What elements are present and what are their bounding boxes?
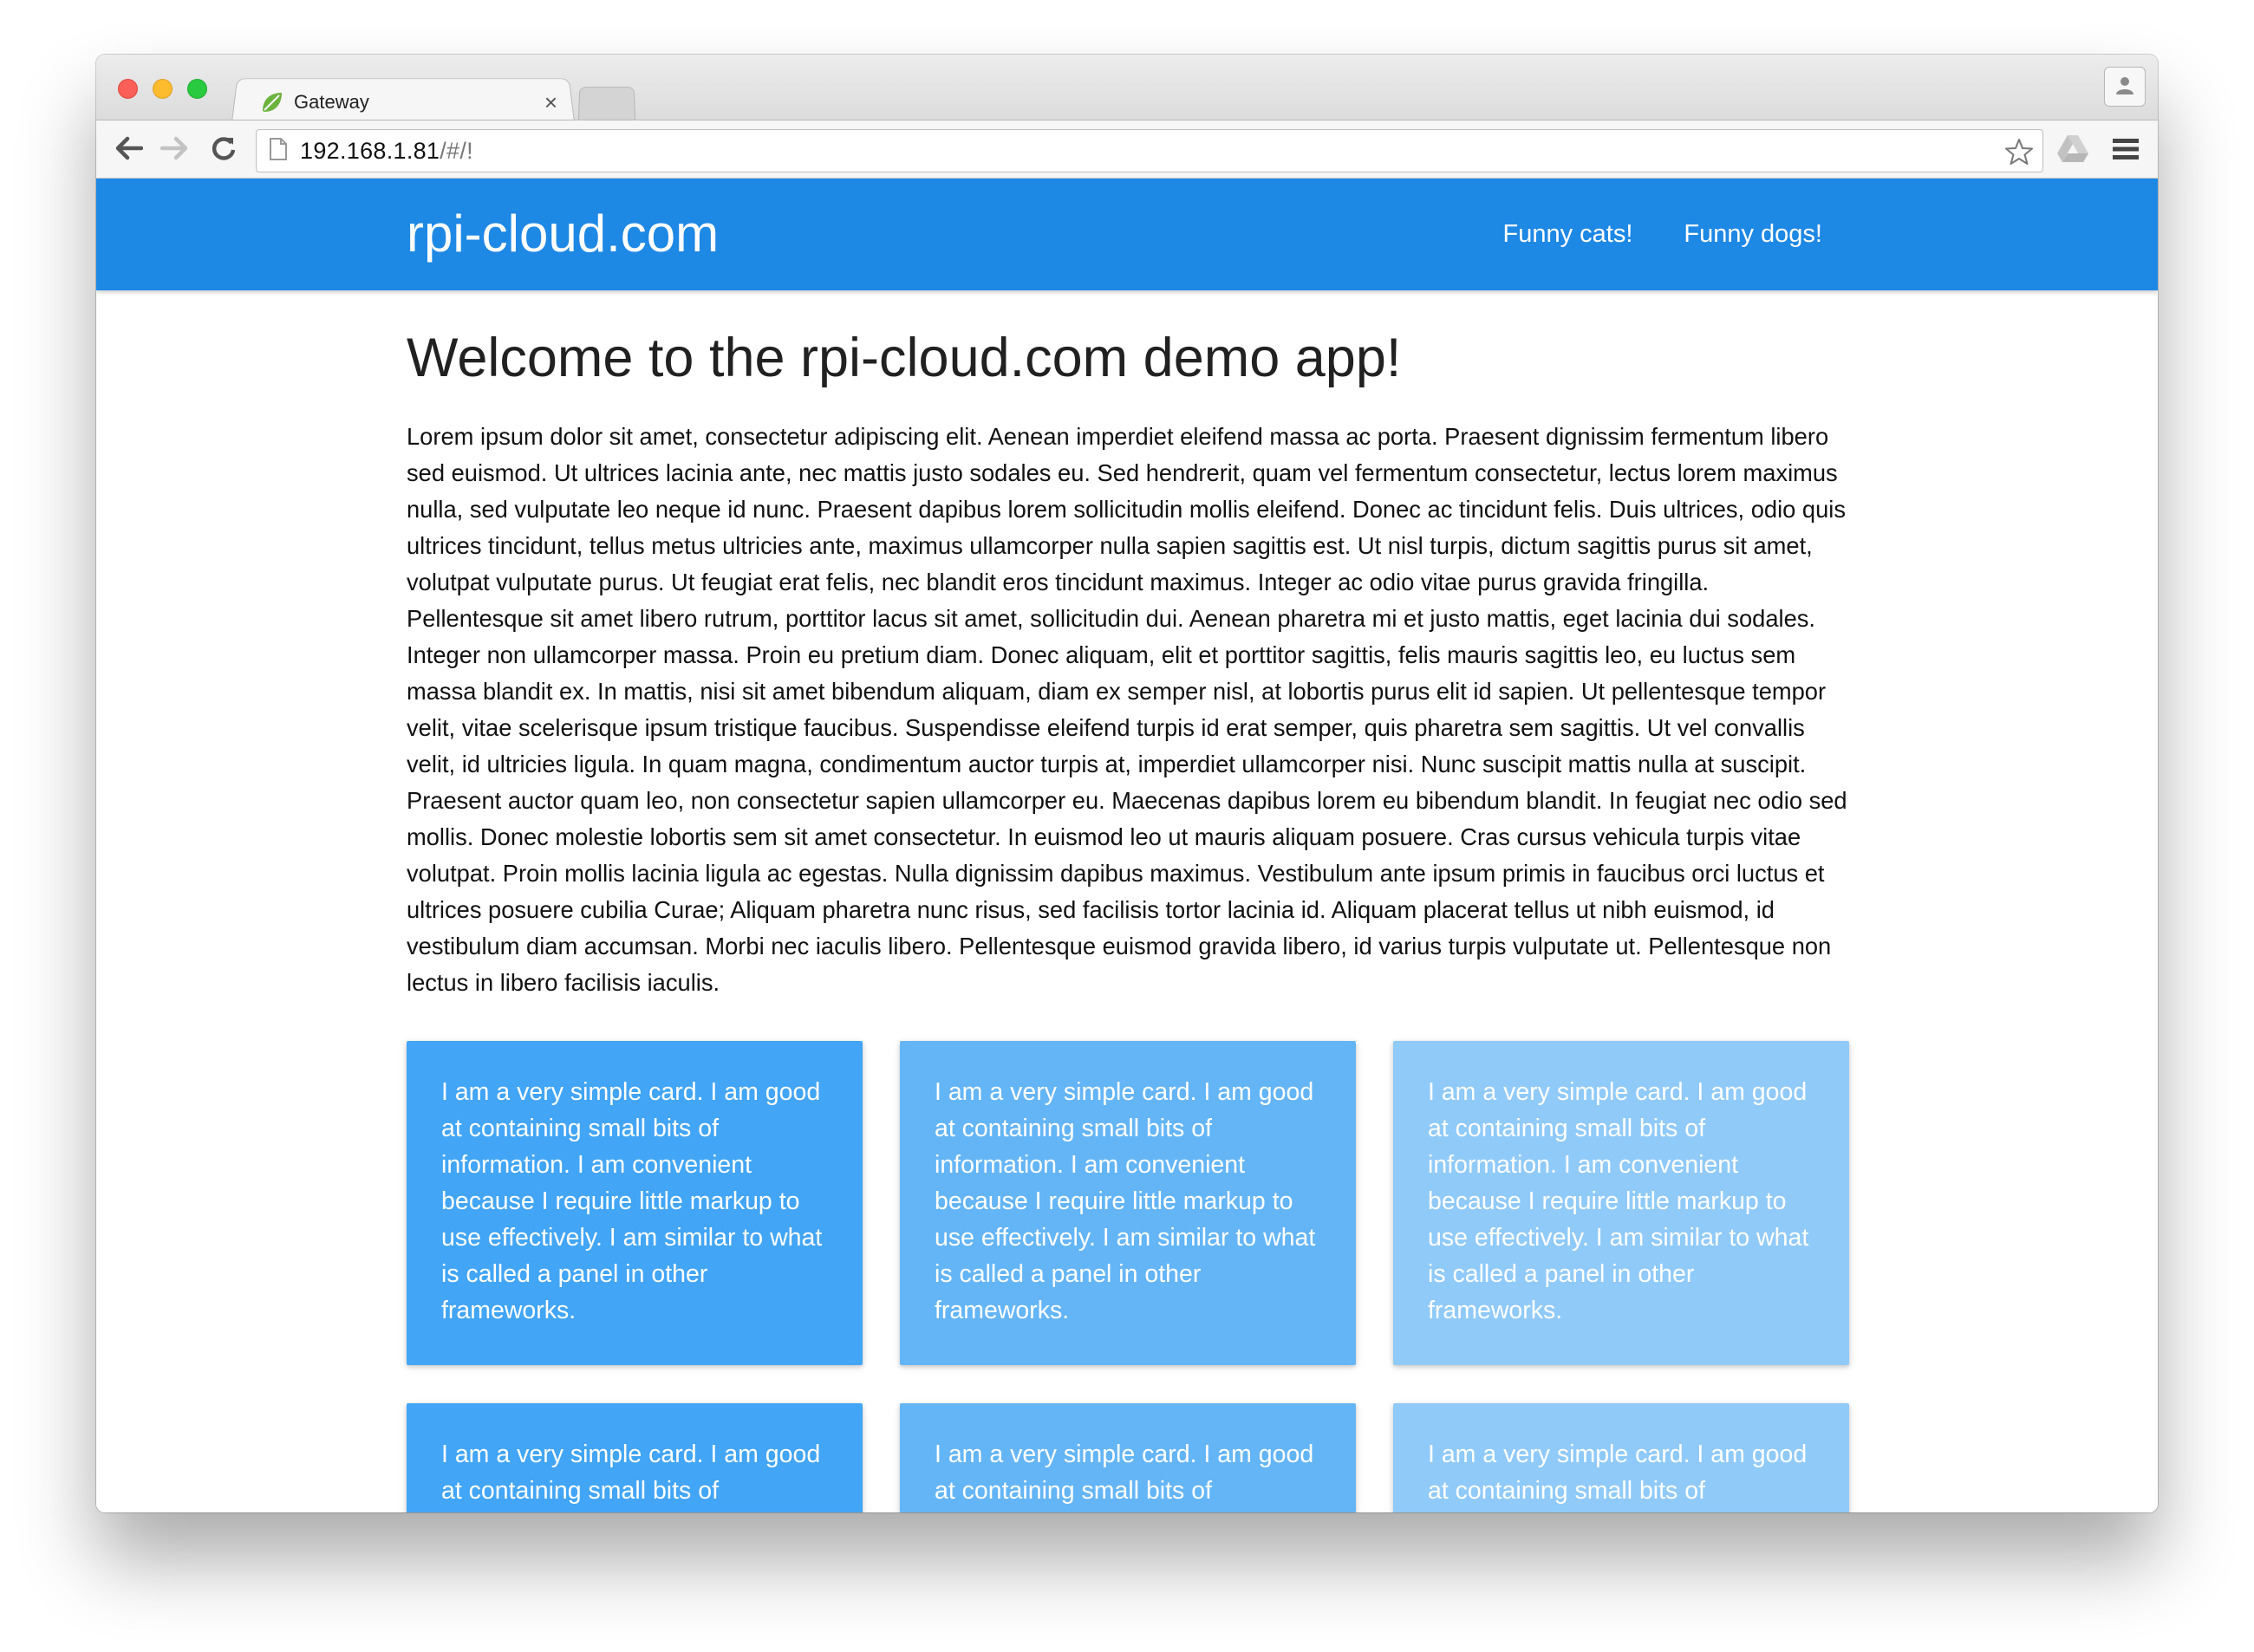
page-icon bbox=[269, 137, 288, 166]
spring-leaf-icon bbox=[259, 89, 285, 115]
back-button[interactable] bbox=[110, 132, 147, 168]
tab-close-icon[interactable]: × bbox=[544, 91, 557, 114]
info-card: I am a very simple card. I am good at co… bbox=[900, 1041, 1356, 1365]
person-icon bbox=[2114, 74, 2136, 101]
back-arrow-icon bbox=[114, 135, 144, 166]
nav-link-funny-cats[interactable]: Funny cats! bbox=[1502, 220, 1632, 249]
hamburger-menu-icon[interactable] bbox=[2111, 136, 2140, 166]
reload-button[interactable] bbox=[205, 132, 242, 168]
nav-links: Funny cats! Funny dogs! bbox=[1502, 179, 1822, 290]
url-text: 192.168.1.81/#/! bbox=[300, 138, 473, 165]
url-path: /#/! bbox=[440, 137, 473, 164]
card-grid: I am a very simple card. I am good at co… bbox=[407, 1041, 1850, 1512]
info-card: I am a very simple card. I am good at co… bbox=[1393, 1403, 1849, 1512]
new-tab-button[interactable] bbox=[578, 87, 635, 120]
page-viewport: rpi-cloud.com Funny cats! Funny dogs! We… bbox=[96, 179, 2158, 1512]
address-bar[interactable]: 192.168.1.81/#/! bbox=[256, 129, 2043, 172]
title-bar: Gateway × bbox=[96, 55, 2158, 122]
info-card: I am a very simple card. I am good at co… bbox=[407, 1041, 863, 1365]
info-card: I am a very simple card. I am good at co… bbox=[1393, 1041, 1849, 1365]
reload-icon bbox=[210, 134, 238, 166]
brand-logo-link[interactable]: rpi-cloud.com bbox=[407, 201, 719, 267]
active-tab-content[interactable]: Gateway × bbox=[249, 82, 570, 122]
main-content: Welcome to the rpi-cloud.com demo app! L… bbox=[407, 290, 1850, 1512]
info-card: I am a very simple card. I am good at co… bbox=[407, 1403, 863, 1512]
profile-button[interactable] bbox=[2104, 67, 2146, 107]
app-navbar: rpi-cloud.com Funny cats! Funny dogs! bbox=[96, 179, 2158, 290]
tab-title: Gateway bbox=[294, 91, 369, 113]
star-icon[interactable] bbox=[2004, 137, 2034, 171]
drive-icon[interactable] bbox=[2055, 133, 2090, 169]
minimize-window-button[interactable] bbox=[153, 79, 173, 99]
forward-button[interactable] bbox=[157, 132, 193, 168]
forward-arrow-icon bbox=[160, 135, 190, 166]
browser-window: Gateway × 192.168.1.81/#/! rpi-cloud.com… bbox=[96, 55, 2158, 1512]
browser-toolbar: 192.168.1.81/#/! bbox=[96, 120, 2158, 179]
info-card: I am a very simple card. I am good at co… bbox=[900, 1403, 1356, 1512]
page-heading: Welcome to the rpi-cloud.com demo app! bbox=[407, 328, 1402, 388]
intro-paragraph: Lorem ipsum dolor sit amet, consectetur … bbox=[407, 423, 1847, 996]
close-window-button[interactable] bbox=[118, 79, 138, 99]
url-host: 192.168.1.81 bbox=[300, 137, 440, 164]
maximize-window-button[interactable] bbox=[187, 79, 207, 99]
nav-link-funny-dogs[interactable]: Funny dogs! bbox=[1684, 220, 1822, 249]
